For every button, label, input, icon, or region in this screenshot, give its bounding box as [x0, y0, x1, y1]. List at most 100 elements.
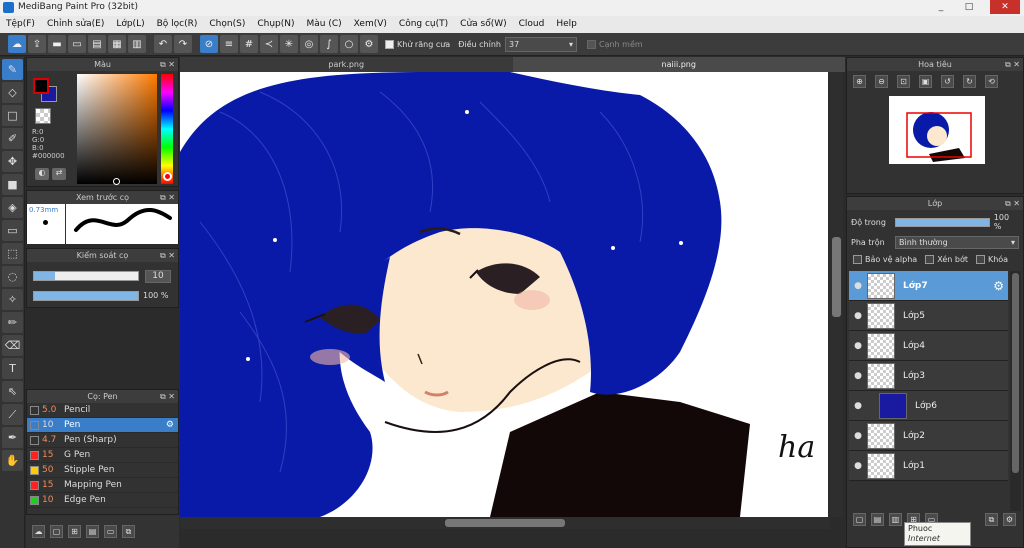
- comment-icon[interactable]: ▬: [48, 35, 66, 53]
- parallel-snap-icon[interactable]: ≡: [220, 35, 238, 53]
- vertical-scrollbar[interactable]: [830, 72, 843, 517]
- rotate-right-icon[interactable]: ↻: [963, 75, 976, 88]
- reset-rotation-icon[interactable]: ⟲: [985, 75, 998, 88]
- gradient-tool-icon[interactable]: ▭: [2, 220, 23, 241]
- add-brush-icon[interactable]: ⊞: [68, 525, 81, 538]
- brush-item[interactable]: 50 Stipple Pen: [27, 463, 178, 478]
- dropper-icon[interactable]: ✒: [2, 427, 23, 448]
- eye-icon[interactable]: ●: [849, 401, 867, 411]
- edge-checkbox[interactable]: [586, 39, 596, 49]
- menu-snap[interactable]: Chụp(N): [251, 16, 300, 33]
- fit-icon[interactable]: ⊡: [897, 75, 910, 88]
- layer-scrollbar[interactable]: [1010, 271, 1021, 511]
- grid-snap-icon[interactable]: #: [240, 35, 258, 53]
- redo-icon[interactable]: ↷: [174, 35, 192, 53]
- menu-file[interactable]: Tệp(F): [0, 16, 41, 33]
- share-icon[interactable]: ⇪: [28, 35, 46, 53]
- undo-icon[interactable]: ↶: [154, 35, 172, 53]
- size-value[interactable]: 10: [145, 270, 171, 283]
- radial-snap-icon[interactable]: ✳: [280, 35, 298, 53]
- new-halftone-layer-icon[interactable]: ▤: [871, 513, 884, 526]
- pen-tool-icon[interactable]: ✐: [2, 128, 23, 149]
- menu-color[interactable]: Màu (C): [301, 16, 348, 33]
- panel-close-icon[interactable]: ⧉ ✕: [1005, 197, 1020, 210]
- no-snap-icon[interactable]: ⊘: [200, 35, 218, 53]
- panel-close-icon[interactable]: ⧉ ✕: [1005, 58, 1020, 71]
- menu-view[interactable]: Xem(V): [348, 16, 393, 33]
- brush-item[interactable]: 15 G Pen: [27, 448, 178, 463]
- brush-item[interactable]: 4.7 Pen (Sharp): [27, 433, 178, 448]
- minimize-button[interactable]: _: [930, 0, 952, 14]
- film-icon[interactable]: ▥: [128, 35, 146, 53]
- lock-toggle[interactable]: Khóa: [975, 255, 1008, 264]
- layer-row[interactable]: ● Lớp4: [849, 331, 1008, 361]
- lock-checkbox[interactable]: [975, 255, 985, 264]
- menu-layer[interactable]: Lớp(L): [110, 16, 150, 33]
- correction-select[interactable]: 37 ▾: [504, 36, 577, 52]
- horizontal-scroll-thumb[interactable]: [445, 519, 565, 527]
- menu-tools[interactable]: Công cụ(T): [393, 16, 454, 33]
- vertical-scroll-thumb[interactable]: [832, 237, 841, 317]
- menu-edit[interactable]: Chỉnh sửa(E): [41, 16, 110, 33]
- brush-item[interactable]: 15 Mapping Pen: [27, 478, 178, 493]
- chat-icon[interactable]: ▭: [68, 35, 86, 53]
- eye-icon[interactable]: ●: [849, 281, 867, 291]
- close-button[interactable]: ✕: [990, 0, 1020, 14]
- panel-close-icon[interactable]: ⧉ ✕: [160, 58, 175, 71]
- maximize-button[interactable]: □: [958, 0, 980, 14]
- layer-row[interactable]: ● Lớp7 ⚙: [849, 271, 1008, 301]
- horizontal-scrollbar[interactable]: [180, 517, 830, 529]
- edge-toggle[interactable]: Cạnh mềm: [586, 39, 643, 49]
- move-tool-icon[interactable]: ✥: [2, 151, 23, 172]
- select-eraser-icon[interactable]: ⌫: [2, 335, 23, 356]
- brush-item[interactable]: 10 Pen ⚙: [27, 418, 178, 433]
- clipping-checkbox[interactable]: [925, 255, 935, 264]
- panel-close-icon[interactable]: ⧉ ✕: [160, 191, 175, 204]
- menu-select[interactable]: Chọn(S): [203, 16, 251, 33]
- cloud-icon[interactable]: ☁: [8, 35, 26, 53]
- antialias-toggle[interactable]: Khử răng cưa: [385, 39, 450, 49]
- foreground-color-swatch[interactable]: [33, 78, 49, 94]
- protect-alpha-checkbox[interactable]: [853, 255, 862, 264]
- folder-icon[interactable]: ▭: [104, 525, 117, 538]
- menu-window[interactable]: Cửa sổ(W): [454, 16, 512, 33]
- operation-tool-icon[interactable]: ⇖: [2, 381, 23, 402]
- palette-icon[interactable]: ◐: [35, 168, 49, 180]
- drawing-canvas[interactable]: ha: [180, 72, 828, 517]
- transparent-swatch[interactable]: [35, 108, 51, 124]
- layer-row[interactable]: ● Lớp6: [849, 391, 1008, 421]
- new-brush-icon[interactable]: ▢: [50, 525, 63, 538]
- layer-row[interactable]: ● Lớp5: [849, 301, 1008, 331]
- concentric-snap-icon[interactable]: ◎: [300, 35, 318, 53]
- opacity-slider[interactable]: [33, 291, 139, 301]
- layer-opacity-slider[interactable]: [894, 217, 990, 227]
- antialias-checkbox[interactable]: [385, 39, 394, 49]
- brush-item[interactable]: 5.0 Pencil: [27, 403, 178, 418]
- cloud-brush-icon[interactable]: ☁: [32, 525, 45, 538]
- eye-icon[interactable]: ●: [849, 341, 867, 351]
- size-slider[interactable]: [33, 271, 139, 281]
- menu-filter[interactable]: Bộ lọc(R): [151, 16, 204, 33]
- rect-tool-icon[interactable]: □: [2, 105, 23, 126]
- hue-slider-knob[interactable]: [163, 172, 172, 181]
- tab-naiii[interactable]: naiii.png: [512, 57, 845, 72]
- layer-row[interactable]: ● Lớp1: [849, 451, 1008, 481]
- rotate-left-icon[interactable]: ↺: [941, 75, 954, 88]
- clipping-toggle[interactable]: Xén bớt: [925, 255, 968, 264]
- settings-icon[interactable]: ⚙: [360, 35, 378, 53]
- layer-row[interactable]: ● Lớp2: [849, 421, 1008, 451]
- lasso-tool-icon[interactable]: ◌: [2, 266, 23, 287]
- blend-mode-select[interactable]: Bình thường ▾: [895, 236, 1019, 249]
- layer-settings-icon[interactable]: ⚙: [1003, 513, 1016, 526]
- new-8bit-layer-icon[interactable]: ▥: [889, 513, 902, 526]
- color-picker-cursor[interactable]: [113, 178, 120, 185]
- menu-help[interactable]: Help: [550, 16, 583, 33]
- saturation-value-picker[interactable]: [77, 74, 157, 184]
- duplicate-brush-icon[interactable]: ⧉: [122, 525, 135, 538]
- protect-alpha-toggle[interactable]: Bảo vệ alpha: [853, 255, 917, 264]
- zoom-in-icon[interactable]: ⊕: [853, 75, 866, 88]
- eyedropper-icon[interactable]: ⟋: [2, 404, 23, 425]
- brush-settings-icon[interactable]: ▤: [86, 525, 99, 538]
- select-tool-icon[interactable]: ⬚: [2, 243, 23, 264]
- panel-close-icon[interactable]: ⧉ ✕: [160, 249, 175, 262]
